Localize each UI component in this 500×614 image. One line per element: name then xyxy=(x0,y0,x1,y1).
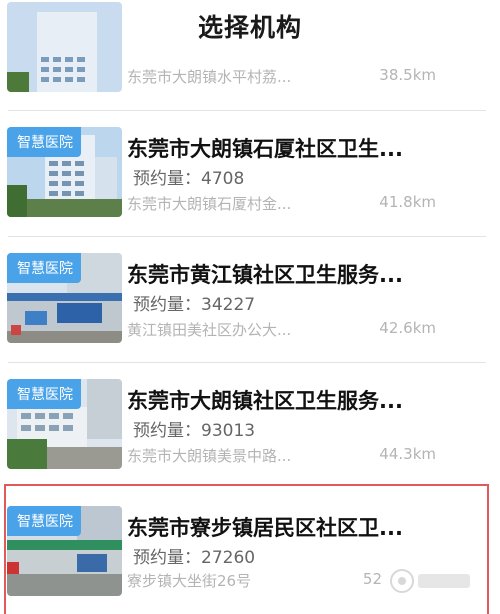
smart-hospital-badge: 智慧医院 xyxy=(7,506,81,536)
institution-address: 黄江镇田美社区办公大... xyxy=(127,321,292,339)
institution-distance: 41.8km xyxy=(379,193,436,211)
institution-address: 东莞市大朗镇石厦村金... xyxy=(127,195,292,213)
watermark-logo-icon xyxy=(390,569,470,593)
institution-address: 东莞市大朗镇水平村荔... xyxy=(127,68,292,86)
institution-distance: 38.5km xyxy=(379,66,436,84)
institution-address: 寮步镇大坐街26号 xyxy=(127,572,252,590)
institution-name: 东莞市大朗镇石厦社区卫生... xyxy=(127,137,403,161)
appointment-count: 预约量：34227 xyxy=(133,295,256,315)
institution-address: 东莞市大朗镇美景中路... xyxy=(127,447,292,465)
institution-distance: 52 xyxy=(362,570,382,588)
institution-distance: 42.6km xyxy=(379,319,436,337)
appointment-count: 预约量：27260 xyxy=(133,548,256,568)
institution-photo: 智慧医院 xyxy=(7,379,122,469)
smart-hospital-badge: 智慧医院 xyxy=(7,127,81,157)
institution-photo xyxy=(7,2,122,92)
institution-photo: 智慧医院 xyxy=(7,253,122,343)
institution-photo: 智慧医院 xyxy=(7,127,122,217)
appointment-count: 预约量：93013 xyxy=(133,421,256,441)
institution-photo: 智慧医院 xyxy=(7,506,122,596)
institution-name: 东莞市大朗镇社区卫生服务... xyxy=(127,389,403,413)
institution-item[interactable]: 智慧医院 东莞市大朗镇社区卫生服务... 预约量：93013 东莞市大朗镇美景中… xyxy=(0,363,500,483)
appointment-count: 预约量：4708 xyxy=(133,169,245,189)
smart-hospital-badge: 智慧医院 xyxy=(7,379,81,409)
institution-item[interactable]: 智慧医院 东莞市黄江镇社区卫生服务... 预约量：34227 黄江镇田美社区办公… xyxy=(0,237,500,361)
smart-hospital-badge: 智慧医院 xyxy=(7,253,81,283)
institution-item[interactable]: 东莞市大朗镇水平村荔... 38.5km xyxy=(0,2,500,112)
institution-distance: 44.3km xyxy=(379,445,436,463)
institution-name: 东莞市黄江镇社区卫生服务... xyxy=(127,263,403,287)
institution-name: 东莞市寮步镇居民区社区卫... xyxy=(127,516,403,540)
institution-item[interactable]: 智慧医院 东莞市大朗镇石厦社区卫生... 预约量：4708 东莞市大朗镇石厦村金… xyxy=(0,111,500,235)
